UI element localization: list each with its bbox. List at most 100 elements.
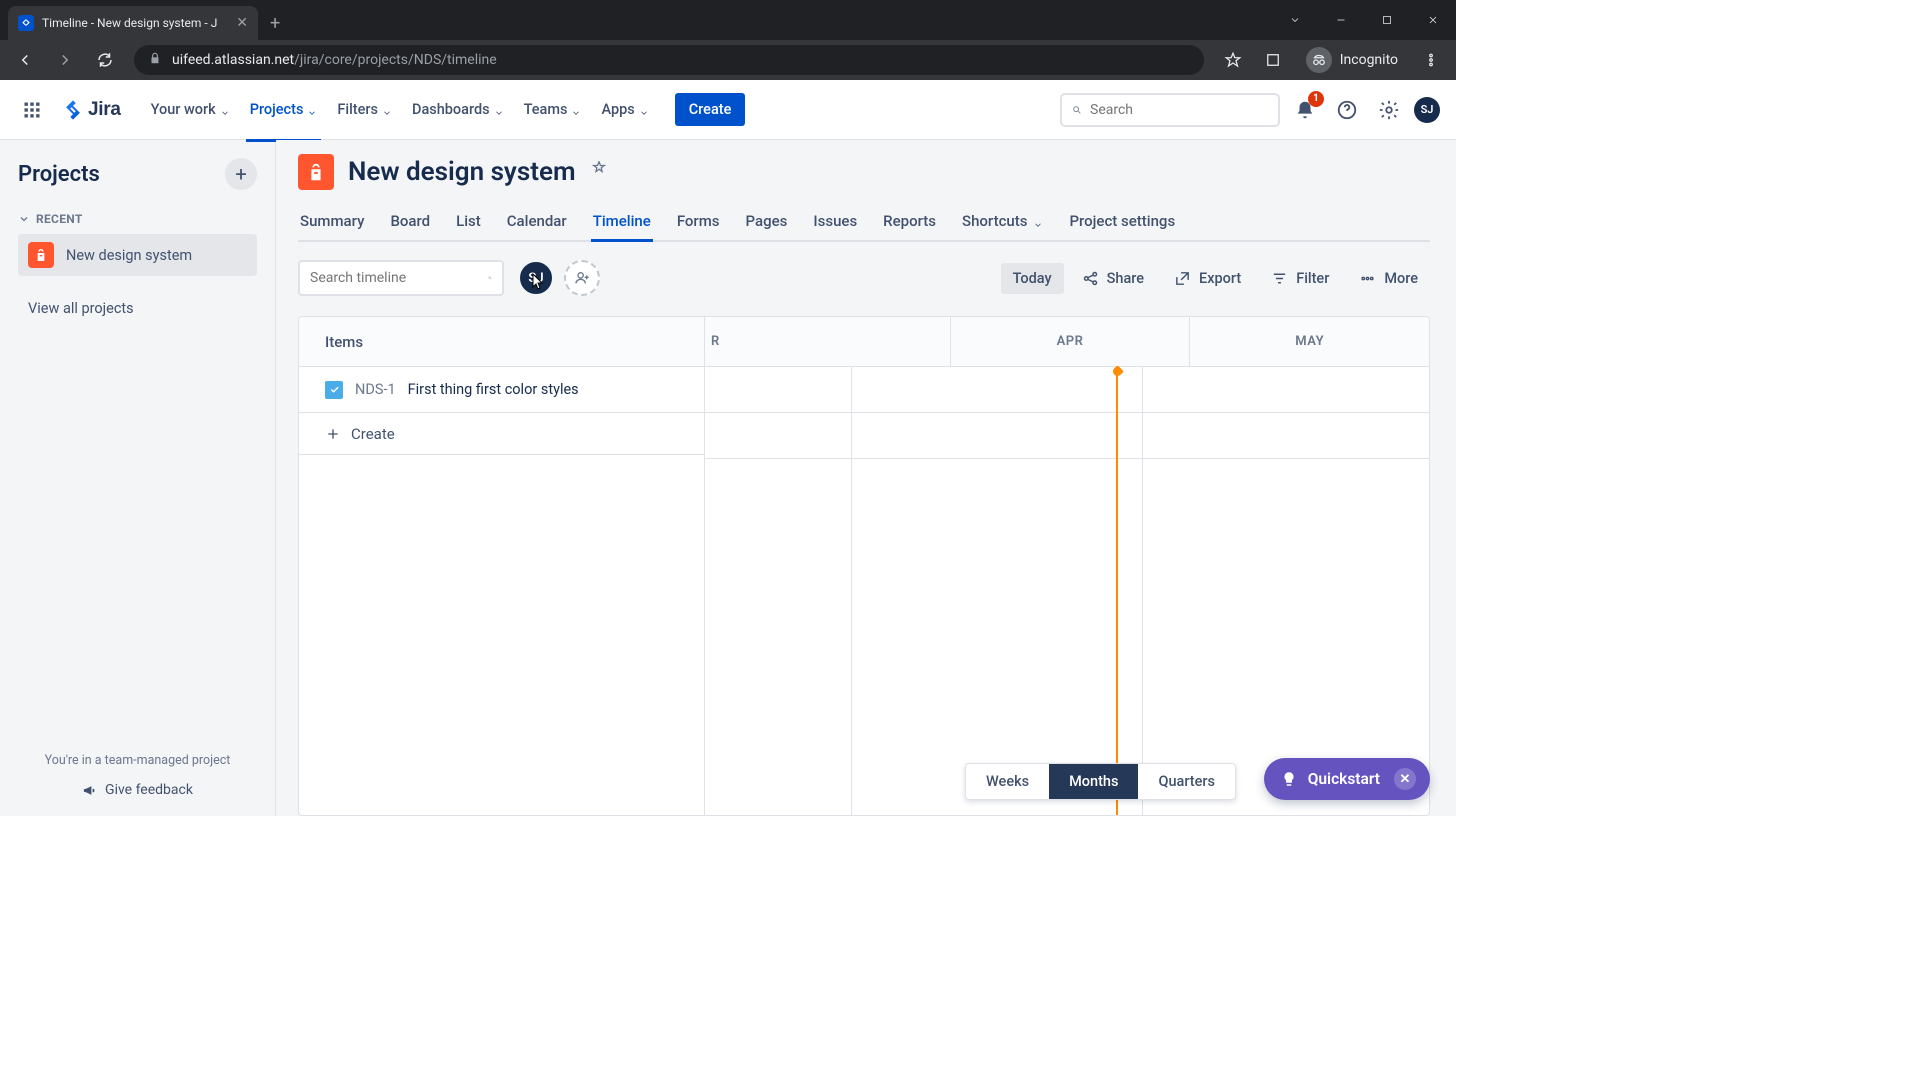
nav-teams[interactable]: Teams — [516, 95, 590, 124]
global-search[interactable] — [1060, 93, 1280, 127]
sidebar-section-recent[interactable]: RECENT — [18, 212, 257, 226]
chevron-down-icon — [220, 105, 230, 115]
browser-menu-icon[interactable] — [1414, 43, 1448, 77]
nav-dashboards[interactable]: Dashboards — [404, 95, 512, 124]
settings-button[interactable] — [1372, 93, 1406, 127]
tab-close-icon[interactable]: ✕ — [236, 15, 248, 31]
timeline-lane[interactable] — [705, 367, 1429, 413]
view-all-projects-link[interactable]: View all projects — [18, 294, 257, 323]
tab-project-settings[interactable]: Project settings — [1067, 204, 1177, 240]
add-people-button[interactable] — [564, 260, 600, 296]
items-header: Items — [299, 317, 704, 367]
tab-list[interactable]: List — [454, 204, 483, 240]
nav-filters[interactable]: Filters — [329, 95, 400, 124]
plus-icon — [325, 426, 341, 442]
main-content: New design system Summary Board List Cal… — [276, 140, 1456, 816]
help-button[interactable] — [1330, 93, 1364, 127]
window-maximize-icon[interactable] — [1364, 0, 1410, 40]
tabs-dropdown-icon[interactable] — [1272, 0, 1318, 40]
timeline-lane[interactable] — [705, 413, 1429, 459]
create-item-button[interactable]: Create — [299, 413, 704, 455]
project-icon — [298, 154, 334, 190]
incognito-indicator[interactable]: Incognito — [1296, 47, 1408, 73]
timeline-search-input[interactable] — [310, 270, 488, 286]
browser-tab-strip: Timeline - New design system - J ✕ + — [0, 0, 1456, 40]
zoom-weeks[interactable]: Weeks — [966, 764, 1049, 799]
chevron-down-icon — [1033, 216, 1043, 226]
tab-calendar[interactable]: Calendar — [505, 204, 569, 240]
zoom-quarters[interactable]: Quarters — [1138, 764, 1235, 799]
filter-button[interactable]: Filter — [1259, 263, 1341, 294]
timeline-item-row[interactable]: NDS-1 First thing first color styles — [299, 367, 704, 413]
incognito-icon — [1306, 47, 1332, 73]
browser-tab[interactable]: Timeline - New design system - J ✕ — [8, 6, 258, 40]
search-icon — [1072, 102, 1082, 118]
assignee-avatar[interactable]: SJ — [518, 260, 554, 296]
more-button[interactable]: More — [1347, 263, 1430, 294]
give-feedback-link[interactable]: Give feedback — [18, 782, 257, 798]
item-summary: First thing first color styles — [408, 381, 579, 398]
extensions-icon[interactable] — [1256, 43, 1290, 77]
tab-issues[interactable]: Issues — [811, 204, 859, 240]
tab-forms[interactable]: Forms — [675, 204, 722, 240]
export-button[interactable]: Export — [1162, 263, 1253, 294]
nav-projects[interactable]: Projects — [242, 95, 326, 124]
nav-apps[interactable]: Apps — [593, 95, 656, 124]
task-type-icon — [325, 381, 343, 399]
browser-reload-button[interactable] — [88, 43, 122, 77]
tab-shortcuts[interactable]: Shortcuts — [960, 204, 1045, 240]
jira-logo[interactable]: Jira — [56, 99, 127, 121]
bookmark-star-icon[interactable] — [1216, 43, 1250, 77]
megaphone-icon — [82, 783, 97, 798]
quickstart-button[interactable]: Quickstart ✕ — [1264, 758, 1430, 800]
chevron-down-icon — [571, 105, 581, 115]
chevron-down-icon — [18, 213, 30, 225]
share-button[interactable]: Share — [1070, 263, 1156, 294]
browser-back-button[interactable] — [8, 43, 42, 77]
sidebar: Projects + RECENT New design system View… — [0, 140, 276, 816]
browser-address-bar: uifeed.atlassian.net/jira/core/projects/… — [0, 40, 1456, 80]
tab-reports[interactable]: Reports — [881, 204, 938, 240]
tab-board[interactable]: Board — [388, 204, 432, 240]
window-minimize-icon[interactable] — [1318, 0, 1364, 40]
timeline-toolbar: SJ Today Share Export Filter More — [298, 260, 1430, 296]
timeline-canvas[interactable]: R APR MAY — [705, 317, 1429, 815]
project-tabs: Summary Board List Calendar Timeline For… — [298, 204, 1430, 242]
lock-icon — [148, 51, 162, 69]
create-project-button[interactable]: + — [225, 158, 257, 190]
lightbulb-icon — [1280, 770, 1298, 788]
nav-your-work[interactable]: Your work — [143, 95, 238, 124]
zoom-months[interactable]: Months — [1049, 764, 1138, 799]
tab-timeline[interactable]: Timeline — [591, 204, 653, 240]
star-project-button[interactable] — [590, 161, 608, 183]
search-icon — [488, 270, 492, 286]
today-indicator — [1116, 367, 1119, 815]
timeline-search[interactable] — [298, 260, 504, 296]
tab-pages[interactable]: Pages — [744, 204, 790, 240]
chevron-down-icon — [494, 105, 504, 115]
window-close-icon[interactable] — [1410, 0, 1456, 40]
browser-forward-button[interactable] — [48, 43, 82, 77]
new-tab-button[interactable]: + — [258, 6, 292, 40]
jira-logo-text: Jira — [88, 99, 121, 121]
today-button[interactable]: Today — [1001, 263, 1064, 294]
sidebar-project-item[interactable]: New design system — [18, 234, 257, 276]
chevron-down-icon — [382, 105, 392, 115]
jira-top-nav: Jira Your work Projects Filters Dashboar… — [0, 80, 1456, 140]
timeline-months-header: R APR MAY — [705, 317, 1429, 367]
tab-summary[interactable]: Summary — [298, 204, 366, 240]
team-managed-note: You're in a team-managed project — [18, 753, 257, 768]
notifications-button[interactable]: 1 — [1288, 93, 1322, 127]
global-search-input[interactable] — [1090, 102, 1268, 118]
item-key: NDS-1 — [355, 381, 396, 398]
url-input[interactable]: uifeed.atlassian.net/jira/core/projects/… — [134, 45, 1204, 75]
incognito-label: Incognito — [1340, 52, 1398, 68]
month-column: R — [705, 317, 950, 366]
month-column: APR — [950, 317, 1190, 366]
filter-icon — [1271, 270, 1288, 287]
export-icon — [1174, 270, 1191, 287]
app-switcher-icon[interactable] — [16, 94, 48, 126]
create-button[interactable]: Create — [675, 93, 746, 126]
quickstart-close-icon[interactable]: ✕ — [1394, 768, 1416, 790]
profile-avatar[interactable]: SJ — [1414, 97, 1440, 123]
